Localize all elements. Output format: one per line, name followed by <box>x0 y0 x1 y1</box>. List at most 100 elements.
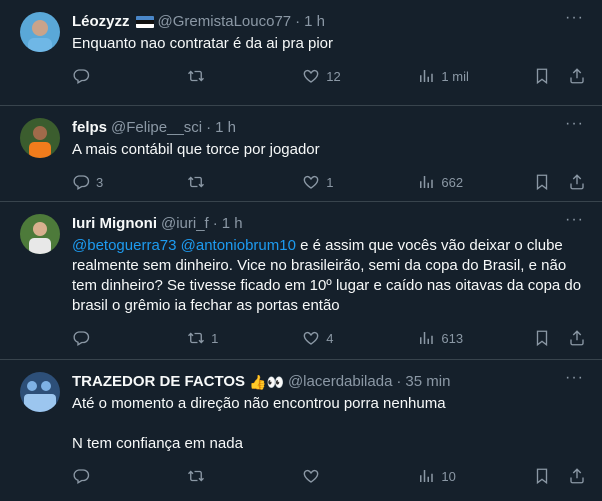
avatar[interactable] <box>20 12 60 52</box>
like-count: 1 <box>326 174 334 190</box>
display-name[interactable]: felps <box>72 118 107 138</box>
retweet-button[interactable] <box>187 467 302 485</box>
share-icon <box>568 173 586 191</box>
bar-chart-icon <box>417 467 435 485</box>
heart-icon <box>302 67 320 85</box>
bookmark-icon <box>533 67 551 85</box>
tweet-text-line: realmente sem dinheiro. Vice no brasilei… <box>72 257 567 274</box>
reply-icon <box>72 173 90 191</box>
retweet-button[interactable]: 1 <box>187 329 302 347</box>
mention-link[interactable]: @antoniobrum10 <box>181 237 296 254</box>
tweet-text-line: N tem confiança em nada <box>72 435 243 452</box>
timestamp[interactable]: 1 h <box>304 12 325 32</box>
more-button[interactable]: ··· <box>565 212 584 228</box>
bookmark-icon <box>533 467 551 485</box>
retweet-icon <box>187 173 205 191</box>
action-bar: 12 1 mil <box>72 66 586 86</box>
reply-button[interactable] <box>72 329 187 347</box>
mention-link[interactable]: @betoguerra73 <box>72 237 176 254</box>
view-count: 662 <box>441 174 464 190</box>
tweet[interactable]: Iuri Mignoni @iuri_f · 1 h @betoguerra73… <box>0 202 602 360</box>
timestamp[interactable]: 35 min <box>405 372 450 392</box>
tweet-text-line: Enquanto nao contratar é da ai pra pior <box>72 35 334 52</box>
retweet-icon <box>187 67 205 85</box>
tweet-text: Enquanto nao contratar é da ai pra pior <box>72 34 586 54</box>
like-count: 4 <box>326 330 334 346</box>
heart-icon <box>302 173 320 191</box>
tweet-text: A mais contábil que torce por jogador <box>72 140 586 160</box>
heart-icon <box>302 329 320 347</box>
share-icon <box>568 67 586 85</box>
action-bar: 10 <box>72 466 586 486</box>
share-button[interactable] <box>568 467 586 485</box>
reply-button[interactable]: 3 <box>72 173 187 191</box>
separator: · <box>295 13 301 30</box>
bookmark-icon <box>533 173 551 191</box>
emoji-badge: 👍👀 <box>249 374 284 390</box>
like-button[interactable]: 1 <box>302 173 417 191</box>
display-name[interactable]: TRAZEDOR DE FACTOS <box>72 372 245 392</box>
share-button[interactable] <box>568 329 586 347</box>
share-icon <box>568 329 586 347</box>
avatar[interactable] <box>20 372 60 412</box>
tweet-text: Até o momento a direção não encontrou po… <box>72 394 586 454</box>
tweet[interactable]: TRAZEDOR DE FACTOS 👍👀 @lacerdabilada · 3… <box>0 360 602 501</box>
action-bar: 1 4 613 <box>72 328 586 348</box>
more-button[interactable]: ··· <box>565 10 584 26</box>
handle[interactable]: @Felipe__sci <box>111 118 202 138</box>
tweet-text-fragment: e é assim que vocês vão deixar o clube <box>300 237 563 254</box>
reply-feed: Léozyzz @GremistaLouco77 · 1 h Enquanto … <box>0 0 602 501</box>
views-button[interactable]: 10 <box>417 467 532 485</box>
bookmark-button[interactable] <box>533 67 554 85</box>
separator: · <box>212 215 218 232</box>
avatar[interactable] <box>20 214 60 254</box>
reply-icon <box>72 467 90 485</box>
timestamp[interactable]: 1 h <box>215 118 236 138</box>
retweet-count: 1 <box>211 330 219 346</box>
more-button[interactable]: ··· <box>565 370 584 386</box>
tweet-text-line: @betoguerra73 @antoniobrum10 e é assim q… <box>72 236 586 256</box>
bar-chart-icon <box>417 173 435 191</box>
avatar[interactable] <box>20 118 60 158</box>
tweet-text-line: tem dinheiro? Se tivesse ficado em 10º l… <box>72 277 582 294</box>
flag-icon <box>135 16 154 28</box>
reply-button[interactable] <box>72 67 187 85</box>
like-count: 12 <box>326 68 341 84</box>
retweet-button[interactable] <box>187 173 302 191</box>
more-button[interactable]: ··· <box>565 116 584 132</box>
like-button[interactable] <box>302 467 417 485</box>
heart-icon <box>302 467 320 485</box>
retweet-icon <box>187 329 205 347</box>
bookmark-button[interactable] <box>533 329 554 347</box>
retweet-button[interactable] <box>187 67 302 85</box>
view-count: 613 <box>441 330 464 346</box>
views-button[interactable]: 613 <box>417 329 532 347</box>
views-button[interactable]: 662 <box>417 173 532 191</box>
tweet-text: @betoguerra73 @antoniobrum10 e é assim q… <box>72 236 586 316</box>
tweet[interactable]: Léozyzz @GremistaLouco77 · 1 h Enquanto … <box>0 0 602 106</box>
bookmark-icon <box>533 329 551 347</box>
share-button[interactable] <box>568 173 586 191</box>
like-button[interactable]: 12 <box>302 67 417 85</box>
tweet[interactable]: felps @Felipe__sci · 1 h A mais contábil… <box>0 106 602 202</box>
handle[interactable]: @iuri_f <box>161 214 209 234</box>
like-button[interactable]: 4 <box>302 329 417 347</box>
action-bar: 3 1 662 <box>72 172 586 192</box>
handle[interactable]: @GremistaLouco77 <box>158 12 292 32</box>
reply-button[interactable] <box>72 467 187 485</box>
bookmark-button[interactable] <box>533 467 554 485</box>
display-name[interactable]: Léozyzz <box>72 12 130 32</box>
views-button[interactable]: 1 mil <box>417 67 532 85</box>
retweet-icon <box>187 467 205 485</box>
bar-chart-icon <box>417 67 435 85</box>
tweet-text-line: Até o momento a direção não encontrou po… <box>72 395 446 412</box>
handle[interactable]: @lacerdabilada <box>288 372 392 392</box>
view-count: 1 mil <box>441 68 469 84</box>
timestamp[interactable]: 1 h <box>222 214 243 234</box>
separator: · <box>396 373 402 390</box>
display-name[interactable]: Iuri Mignoni <box>72 214 157 234</box>
share-button[interactable] <box>568 67 586 85</box>
reply-icon <box>72 329 90 347</box>
separator: · <box>206 119 212 136</box>
bookmark-button[interactable] <box>533 173 554 191</box>
